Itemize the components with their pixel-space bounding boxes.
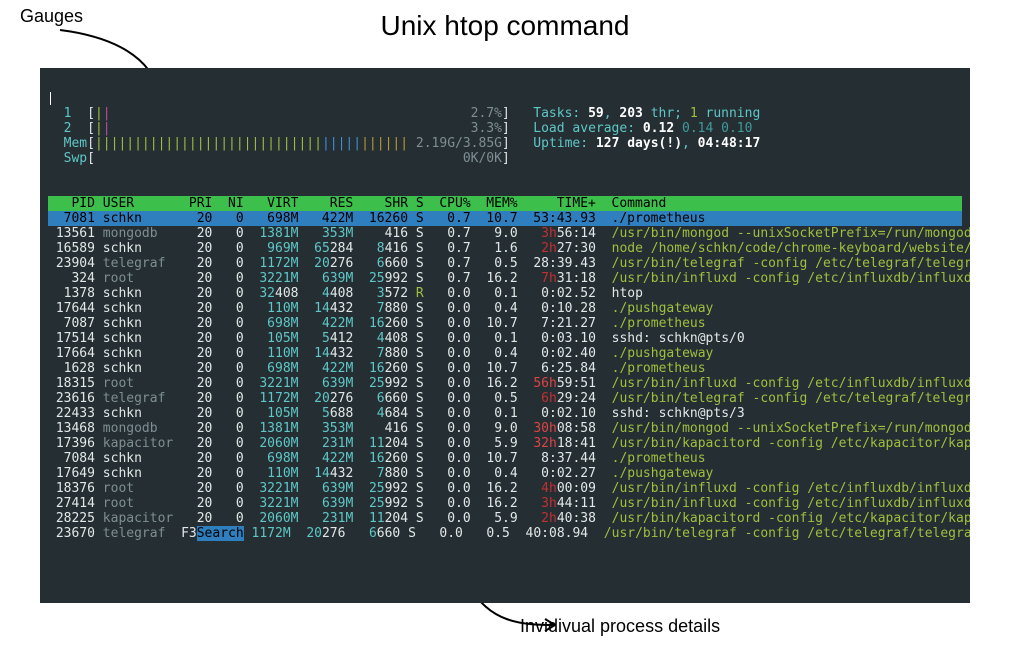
table-row[interactable]: 17644 schkn 20 0 110M 14432 7880 S 0.0 0… — [48, 301, 713, 316]
table-row[interactable]: 13468 mongodb 20 0 1381M 353M 416 S 0.0 … — [48, 421, 970, 436]
cpu2-label: 2 — [64, 121, 72, 136]
cpu1-pct: 2.7% — [471, 106, 502, 121]
mem-label: Mem — [64, 136, 87, 151]
table-row[interactable]: 22433 schkn 20 0 105M 5688 4684 S 0.0 0.… — [48, 406, 745, 421]
table-row[interactable]: 23616 telegraf 20 0 1172M 20276 6660 S 0… — [48, 391, 970, 406]
swp-label: Swp — [64, 151, 87, 166]
annotation-gauges: Gauges — [20, 6, 83, 27]
table-row[interactable]: 17514 schkn 20 0 105M 5412 4408 S 0.0 0.… — [48, 331, 745, 346]
table-row[interactable]: 17396 kapacitor 20 0 2060M 231M 11204 S … — [48, 436, 970, 451]
search-input[interactable]: Search — [197, 526, 244, 541]
cpu1-label: 1 — [64, 106, 72, 121]
table-row[interactable]: 1378 schkn 20 0 32408 4408 3572 R 0.0 0.… — [48, 286, 643, 301]
annotation-process-details: Invidivual process details — [520, 616, 720, 637]
table-row[interactable]: 17649 schkn 20 0 110M 14432 7880 S 0.0 0… — [48, 466, 713, 481]
table-row[interactable]: 28225 kapacitor 20 0 2060M 231M 11204 S … — [48, 511, 970, 526]
table-row[interactable]: 23670 telegraf F3Search 1172M 20276 6660… — [48, 526, 970, 541]
process-table-header[interactable]: PID USER PRI NI VIRT RES SHR S CPU% MEM%… — [48, 196, 962, 211]
table-row[interactable]: 18315 root 20 0 3221M 639M 25992 S 0.0 1… — [48, 376, 970, 391]
mem-value: 2.19G/3.85G — [416, 136, 502, 151]
swp-value: 0K/0K — [463, 151, 502, 166]
table-row[interactable]: 13561 mongodb 20 0 1381M 353M 416 S 0.7 … — [48, 226, 970, 241]
page-title: Unix htop command — [0, 10, 1010, 42]
uptime-label: Uptime: — [533, 136, 588, 151]
table-row[interactable]: 1628 schkn 20 0 698M 422M 16260 S 0.0 10… — [48, 361, 706, 376]
tasks-label: Tasks: — [533, 106, 580, 121]
cpu2-pct: 3.3% — [471, 121, 502, 136]
load-label: Load average: — [533, 121, 635, 136]
gauge-section: 1 [|| 2.7%] Tasks: 59, 203 thr; 1 runnin… — [48, 106, 962, 166]
terminal-window[interactable]: 1 [|| 2.7%] Tasks: 59, 203 thr; 1 runnin… — [40, 68, 970, 603]
process-table[interactable]: PID USER PRI NI VIRT RES SHR S CPU% MEM%… — [48, 181, 962, 541]
table-row[interactable]: 23904 telegraf 20 0 1172M 20276 6660 S 0… — [48, 256, 970, 271]
table-row[interactable]: 7084 schkn 20 0 698M 422M 16260 S 0.0 10… — [48, 451, 706, 466]
table-row[interactable]: 17664 schkn 20 0 110M 14432 7880 S 0.0 0… — [48, 346, 713, 361]
table-row[interactable]: 27414 root 20 0 3221M 639M 25992 S 0.0 1… — [48, 496, 970, 511]
table-row[interactable]: 16589 schkn 20 0 969M 65284 8416 S 0.7 1… — [48, 241, 970, 256]
cursor — [50, 92, 51, 105]
table-row[interactable]: 7087 schkn 20 0 698M 422M 16260 S 0.0 10… — [48, 316, 706, 331]
table-row[interactable]: 324 root 20 0 3221M 639M 25992 S 0.7 16.… — [48, 271, 970, 286]
table-row-selected[interactable]: 7081 schkn 20 0 698M 422M 16260 S 0.7 10… — [48, 211, 962, 226]
table-row[interactable]: 18376 root 20 0 3221M 639M 25992 S 0.0 1… — [48, 481, 970, 496]
